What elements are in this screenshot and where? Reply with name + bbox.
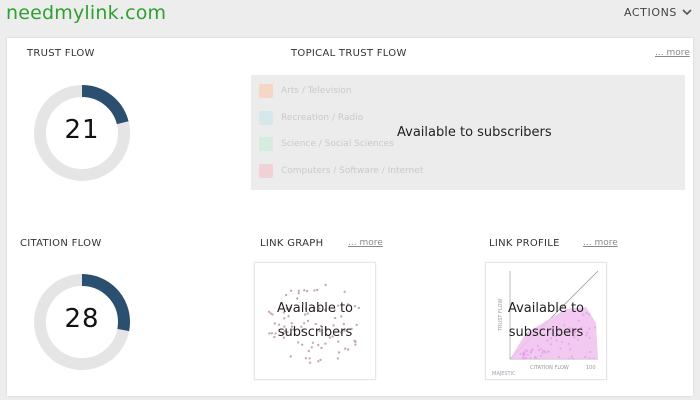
topic-label: Computers / Software / Internet [281,166,424,176]
topic-label: Recreation / Radio [281,113,364,123]
link-graph-overlay-line1: Available to [276,301,354,316]
topical-trust-flow-overlay: Available to subscribers [397,125,552,140]
link-graph-overlay: Available to subscribers [255,263,375,379]
trust-flow-value: 21 [64,115,100,145]
topic-row: Arts / Television [259,84,352,98]
link-graph-label: LINK GRAPH [260,238,324,249]
actions-label: ACTIONS [623,6,677,19]
link-graph-overlay-line2: subscribers [277,325,353,340]
citation-flow-value: 28 [64,304,100,334]
topic-label: Science / Social Sciences [281,139,394,149]
link-profile-more-link[interactable]: ... more [583,238,618,248]
site-title[interactable]: needmylink.com [6,0,166,26]
actions-menu[interactable]: ACTIONS [624,6,692,19]
topic-row: Science / Social Sciences [259,137,394,151]
citation-flow-label: CITATION FLOW [20,238,102,249]
trust-flow-gauge: 21 [32,83,132,183]
citation-flow-gauge: 28 [32,272,132,372]
link-profile-label: LINK PROFILE [489,238,560,249]
link-profile-overlay-line2: subscribers [508,325,584,340]
link-profile-overlay: Available to subscribers [486,263,606,379]
chevron-down-icon [682,9,692,16]
topic-row: Recreation / Radio [259,111,363,125]
link-graph-thumbnail[interactable]: Available to subscribers [254,262,376,380]
topic-swatch [259,111,273,125]
topic-row: Computers / Software / Internet [259,164,423,178]
topic-label: Arts / Television [281,86,352,96]
link-profile-thumbnail[interactable]: CITATION FLOW 100 TRUST FLOW MAJESTIC Av… [485,262,607,380]
topical-trust-flow-label: TOPICAL TRUST FLOW [291,48,407,59]
topical-trust-flow-box: Arts / Television Recreation / Radio Sci… [251,75,685,190]
link-profile-overlay-line1: Available to [507,301,585,316]
topic-swatch [259,84,273,98]
dashboard-panel: TRUST FLOW 21 TOPICAL TRUST FLOW ... mor… [7,38,693,396]
topical-trust-flow-more-link[interactable]: ... more [655,48,690,58]
topic-swatch [259,137,273,151]
trust-flow-label: TRUST FLOW [27,48,95,59]
topic-swatch [259,164,273,178]
link-graph-more-link[interactable]: ... more [348,238,383,248]
